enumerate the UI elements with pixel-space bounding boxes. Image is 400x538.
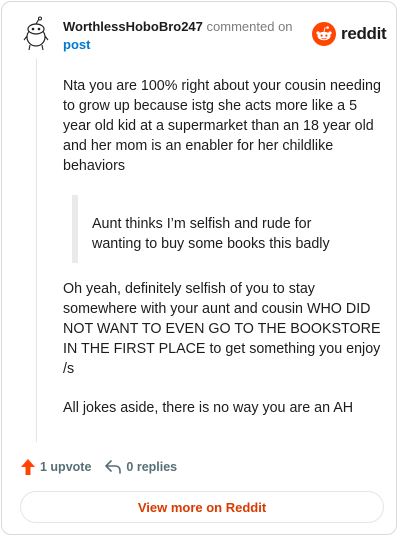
reddit-wordmark: reddit [341,24,387,43]
upvote-count: 1 upvote [40,460,92,474]
upvote-button[interactable]: 1 upvote [21,459,91,475]
reply-count: 0 replies [126,460,178,474]
reddit-brand[interactable]: reddit [312,22,387,46]
comment-paragraph-2: Oh yeah, definitely selfish of you to st… [63,281,381,377]
reddit-snoo-icon [312,22,336,46]
comment-footer: 1 upvote 0 replies [21,458,177,476]
embedded-comment-card: WorthlessHoboBro247 commented on post re… [1,1,397,535]
replies-button[interactable]: 0 replies [105,460,177,474]
post-link[interactable]: post [63,36,303,54]
view-more-button[interactable]: View more on Reddit [20,491,384,523]
username-link[interactable]: WorthlessHoboBro247 [63,19,203,34]
comment-paragraph-1: Nta you are 100% right about your cousin… [63,78,381,174]
user-avatar[interactable] [20,16,52,52]
blockquote-bar [72,195,78,263]
action-text: commented on [206,19,293,34]
upvote-arrow-icon [21,459,35,475]
blockquote-text: Aunt thinks I’m selfish and rude for wan… [92,216,330,252]
comment-paragraph-3: All jokes aside, there is no way you are… [63,400,354,416]
reply-arrow-icon [105,460,122,474]
snoo-avatar-icon [23,16,49,51]
comment-header: WorthlessHoboBro247 commented on post [63,18,303,54]
thread-line [36,58,37,442]
